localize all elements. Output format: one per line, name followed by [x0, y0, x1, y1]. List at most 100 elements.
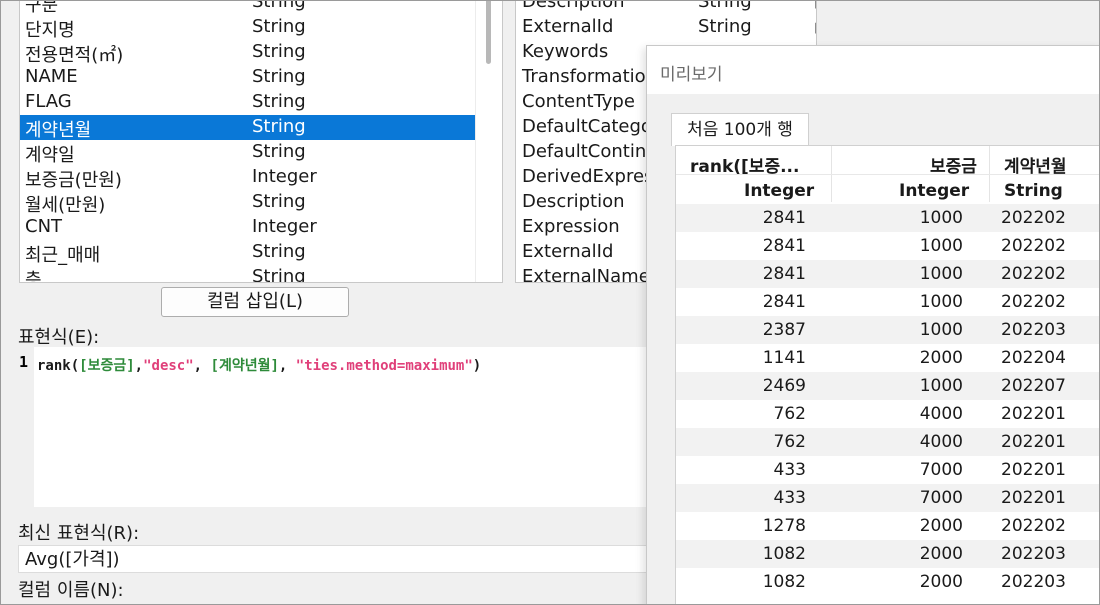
column-list-item[interactable]: 전용면적(㎡) String — [20, 40, 475, 66]
column-type-contract-month: String — [1004, 181, 1063, 201]
column-type-rank: Integer — [744, 181, 815, 201]
column-type: Integer — [252, 166, 317, 187]
table-row[interactable]: 762 4000 202201 — [676, 428, 1099, 456]
column-type: Integer — [252, 216, 317, 237]
preview-title: 미리보기 — [660, 65, 723, 85]
table-cell: 2000 — [919, 348, 963, 368]
column-name: 계약일 — [25, 145, 75, 166]
preview-window: 미리보기 처음 100개 행 rank([보증... 보증금 계약년월 Inte… — [646, 45, 1099, 604]
column-list-item[interactable]: NAME String — [20, 65, 475, 90]
column-list-item[interactable]: 월세(만원) String — [20, 190, 475, 216]
column-list-item[interactable]: 구분 String — [20, 0, 475, 16]
table-row[interactable]: 2841 1000 202202 — [676, 204, 1099, 232]
table-cell: 1141 — [762, 348, 806, 368]
column-type: String — [252, 191, 306, 212]
property-value: String — [698, 16, 752, 37]
scrollbar-thumb[interactable] — [486, 1, 491, 64]
column-list[interactable]: 층 String 최근_매매 String CNT Integer 월세(만원) String… — [19, 0, 503, 283]
table-row[interactable]: 433 7000 202201 — [676, 456, 1099, 484]
grid-header: rank([보증... 보증금 계약년월 Integer Integer Str… — [676, 146, 1099, 204]
table-cell: 4000 — [919, 432, 963, 452]
column-list-item[interactable]: 단지명 String — [20, 15, 475, 41]
table-row[interactable]: 2841 1000 202202 — [676, 260, 1099, 288]
table-cell: 1000 — [919, 292, 963, 312]
table-cell: 202201 — [1001, 432, 1066, 452]
recent-expression-dropdown[interactable]: Avg([가격]) — [18, 545, 648, 573]
table-cell: 202203 — [1001, 320, 1066, 340]
column-type: String — [252, 16, 306, 37]
preview-grid: rank([보증... 보증금 계약년월 Integer Integer Str… — [675, 145, 1099, 604]
table-cell: 2000 — [919, 544, 963, 564]
property-list-item[interactable]: DescriptionString테이블 — [516, 0, 816, 16]
property-extra: 테이블 — [814, 16, 816, 42]
column-type: String — [252, 0, 306, 12]
recent-expression-label: 최신 표현식(R): — [18, 523, 140, 544]
table-cell: 433 — [773, 488, 806, 508]
table-cell: 4000 — [919, 404, 963, 424]
column-type: String — [252, 116, 306, 137]
table-row[interactable]: 762 4000 202201 — [676, 400, 1099, 428]
table-cell: 202203 — [1001, 572, 1066, 592]
insert-column-button[interactable]: 컬럼 삽입(L) — [161, 287, 349, 317]
column-list-item[interactable]: 보증금(만원) Integer — [20, 165, 475, 191]
comma-token: , — [134, 358, 144, 374]
table-cell: 1082 — [762, 544, 806, 564]
column-list-item[interactable]: 최근_매매 String — [20, 240, 475, 266]
column-list-item[interactable]: CNT Integer — [20, 215, 475, 240]
column-type: String — [252, 266, 306, 283]
expression-editor-window: 층 String 최근_매매 String CNT Integer 월세(만원) String… — [0, 0, 1100, 605]
table-row[interactable]: 433 7000 202201 — [676, 484, 1099, 512]
column-type: String — [252, 66, 306, 87]
column-type-deposit: Integer — [899, 181, 970, 201]
table-row[interactable]: 1141 2000 202204 — [676, 344, 1099, 372]
tab-first-100-rows[interactable]: 처음 100개 행 — [671, 113, 809, 146]
table-cell: 2841 — [762, 208, 806, 228]
string-token: "desc" — [143, 358, 194, 374]
property-name: ExternalName — [522, 266, 650, 283]
column-list-scrollbar[interactable] — [475, 1, 502, 282]
expression-label: 표현식(E): — [18, 327, 100, 348]
column-list-item[interactable]: FLAG String — [20, 90, 475, 115]
column-name: 구분 — [25, 0, 59, 16]
table-row[interactable]: 2469 1000 202207 — [676, 372, 1099, 400]
property-name: ExternalId — [522, 16, 614, 37]
table-cell: 2469 — [762, 376, 806, 396]
table-cell: 202207 — [1001, 376, 1066, 396]
function-token: rank( — [37, 358, 80, 374]
preview-titlebar[interactable]: 미리보기 — [647, 46, 1099, 94]
table-cell: 1082 — [762, 572, 806, 592]
column-list-item[interactable]: 계약일 String — [20, 140, 475, 166]
column-type: String — [252, 241, 306, 262]
column-name: 층 — [25, 270, 42, 283]
property-list-item[interactable]: ExternalId String 테이블 — [516, 15, 816, 42]
table-row[interactable]: 2841 1000 202202 — [676, 232, 1099, 260]
table-cell: 2841 — [762, 264, 806, 284]
property-name: Expression — [522, 216, 620, 237]
expression-editor[interactable]: 1 rank([보증금],"desc", [계약년월], "ties.metho… — [16, 347, 646, 507]
table-row[interactable]: 2841 1000 202202 — [676, 288, 1099, 316]
table-cell: 1000 — [919, 320, 963, 340]
table-row[interactable]: 1082 2000 202203 — [676, 568, 1099, 596]
table-cell: 762 — [773, 432, 806, 452]
property-name: ExternalId — [522, 241, 614, 262]
column-list-item[interactable]: 계약년월 String — [20, 115, 475, 141]
table-row[interactable]: 1278 2000 202202 — [676, 512, 1099, 540]
table-cell: 1000 — [919, 236, 963, 256]
table-cell: 7000 — [919, 460, 963, 480]
column-name: FLAG — [25, 91, 72, 112]
column-name: 보증금(만원) — [25, 170, 122, 191]
table-row[interactable]: 2387 1000 202203 — [676, 316, 1099, 344]
header-divider — [676, 174, 1099, 175]
field-token: [보증금] — [79, 358, 135, 374]
table-cell: 202202 — [1001, 292, 1066, 312]
table-row[interactable]: 1082 2000 202203 — [676, 540, 1099, 568]
table-cell: 1000 — [919, 264, 963, 284]
property-value: String — [698, 0, 752, 12]
column-list-item[interactable]: 층 String — [20, 265, 475, 283]
expression-code[interactable]: rank([보증금],"desc", [계약년월], "ties.method=… — [37, 355, 481, 375]
table-cell: 202204 — [1001, 348, 1066, 368]
column-name: 최근_매매 — [25, 245, 101, 266]
table-cell: 202201 — [1001, 460, 1066, 480]
table-cell: 7000 — [919, 488, 963, 508]
table-cell: 202201 — [1001, 488, 1066, 508]
